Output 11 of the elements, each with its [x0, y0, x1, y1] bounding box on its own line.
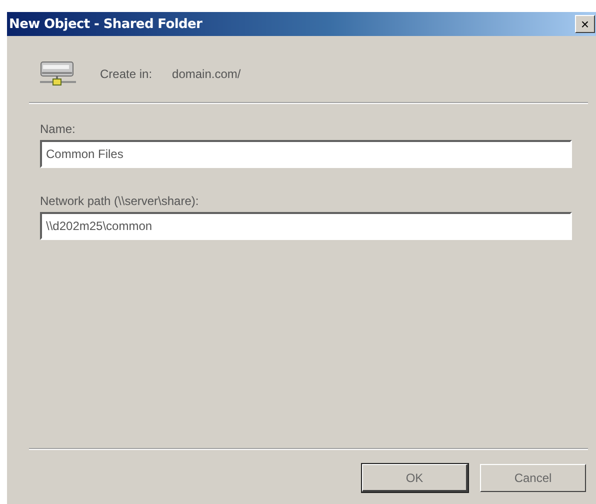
text-field[interactable]: Common Files: [40, 140, 572, 168]
dialog-button[interactable]: OK: [362, 464, 468, 492]
field-label: Name:: [40, 122, 76, 136]
text-field[interactable]: \\d202m25\common: [40, 212, 572, 240]
shared-folder-icon: [40, 61, 76, 87]
close-button[interactable]: ×: [575, 15, 595, 33]
container-path: domain.com/: [172, 67, 241, 81]
create-in-label: Create in:: [100, 67, 152, 81]
field-label: Network path (\\server\share):: [40, 194, 200, 208]
window-title: New Object - Shared Folder: [9, 16, 202, 32]
dialog-button[interactable]: Cancel: [480, 464, 586, 492]
